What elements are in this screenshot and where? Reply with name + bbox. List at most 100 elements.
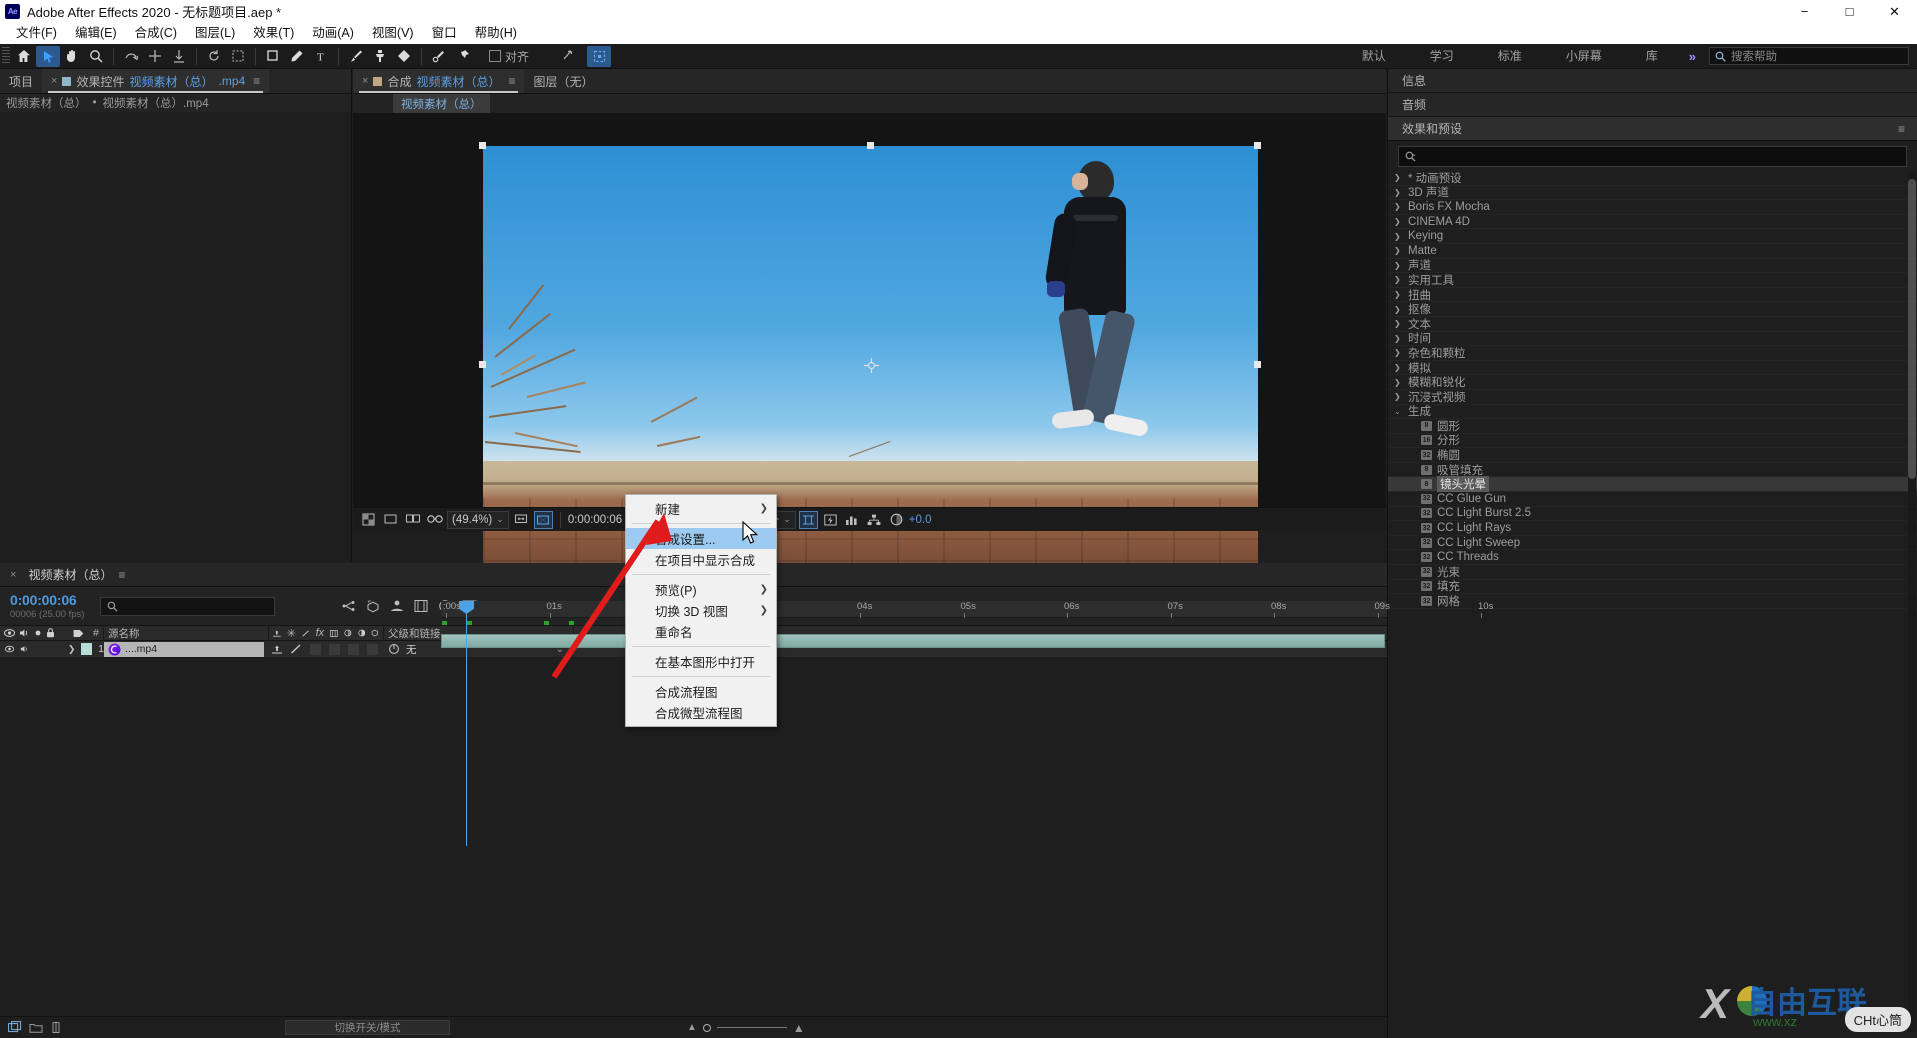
effect-item-row[interactable]: 32 CC Light Rays [1388,521,1917,536]
camera-orbit-icon[interactable] [143,46,167,67]
row-label-color[interactable] [81,643,93,655]
timeline-graph-icon[interactable] [843,511,862,529]
timeline-panel-menu-icon[interactable]: ≡ [118,568,125,582]
effects-group-row[interactable]: ❯ 模拟 [1388,361,1917,376]
column-source-name[interactable]: 源名称 [104,625,269,641]
panel-menu-icon[interactable]: ≡ [253,74,260,88]
effect-item-row[interactable]: 8 吸管填充 [1388,463,1917,478]
exposure-value[interactable]: +0.0 [909,514,932,526]
row-source-name[interactable]: ....mp4 [104,641,264,657]
effect-item-row[interactable]: 32 光束 [1388,565,1917,580]
chevron-right-icon[interactable]: ❯ [1394,319,1403,328]
effects-group-row[interactable]: ❯ 杂色和颗粒 [1388,346,1917,361]
chevron-right-icon[interactable]: ❯ [1394,173,1403,182]
tab-effect-controls[interactable]: × 效果控件 视频素材（总） .mp4 ≡ [42,69,270,93]
tab-layer[interactable]: 图层（无） [524,69,603,93]
snapping-icon[interactable] [555,46,579,67]
pan-behind-tool-icon[interactable] [167,46,191,67]
chevron-right-icon[interactable]: ❯ [1394,217,1403,226]
menu-window[interactable]: 窗口 [423,23,466,44]
tab-info[interactable]: 信息 [1388,69,1917,93]
home-icon[interactable] [12,46,36,67]
new-folder-icon[interactable] [29,1021,43,1034]
comp-flowchart-icon[interactable] [865,511,884,529]
effects-group-row[interactable]: ❯ Boris FX Mocha [1388,200,1917,215]
chevron-right-icon[interactable]: ❯ [1394,378,1403,387]
menu-composition[interactable]: 合成(C) [126,23,186,44]
close-icon-comp[interactable]: × [362,75,368,87]
toggle-transparency-grid-icon[interactable] [359,511,378,529]
keyframe-marker[interactable] [467,621,472,625]
context-menu-item[interactable]: 重命名 [626,621,776,642]
rotate-ccw-icon[interactable] [202,46,226,67]
brush-tool-icon[interactable] [344,46,368,67]
puppet-pin-icon[interactable] [451,46,475,67]
toggle-guides-icon[interactable] [798,510,818,529]
eraser-tool-icon[interactable] [392,46,416,67]
shape-tool-icon[interactable] [261,46,285,67]
effect-item-row[interactable]: 16 分形 [1388,434,1917,449]
row-frameblend-toggle[interactable] [329,643,340,655]
tab-effects-and-presets[interactable]: 效果和预设 ≡ [1388,117,1917,141]
effects-group-row[interactable]: ❯ 时间 [1388,332,1917,347]
zoom-out-icon[interactable]: ▲ [687,1022,697,1033]
fast-previews-icon[interactable] [821,511,840,529]
rotation-tool-icon[interactable] [119,46,143,67]
menu-help[interactable]: 帮助(H) [466,23,526,44]
keyframe-marker[interactable] [569,621,574,625]
zoom-level-selector[interactable]: (49.4%) ⌄ [447,510,509,529]
toggle-switches-modes-button[interactable]: 切换开关/模式 [285,1020,450,1035]
row-audio-icon[interactable] [20,644,29,654]
composition-chip[interactable]: 视频素材（总） [393,93,490,114]
timeline-playhead[interactable] [459,601,474,846]
workspace-learn[interactable]: 学习 [1408,44,1476,69]
timeline-zoom-slider[interactable]: ▲ ▲ [687,1021,805,1035]
3d-glasses-icon[interactable] [425,511,444,529]
menu-animation[interactable]: 动画(A) [303,23,363,44]
hand-tool-icon[interactable] [60,46,84,67]
chevron-right-icon[interactable]: ❯ [1394,363,1403,372]
effect-item-row[interactable]: 32 填充 [1388,580,1917,595]
align-icon[interactable] [489,50,501,62]
effects-group-row[interactable]: ❯ Matte [1388,244,1917,259]
context-menu-item[interactable]: 在基本图形中打开 [626,651,776,672]
selection-handle-tl[interactable] [479,142,486,149]
exposure-reset-icon[interactable] [887,511,906,529]
chevron-right-icon[interactable]: ❯ [1394,261,1403,270]
workspace-small-screen[interactable]: 小屏幕 [1544,44,1624,69]
snapping-enabled-icon[interactable] [587,45,612,67]
menu-edit[interactable]: 编辑(E) [66,23,126,44]
effect-item-row[interactable]: 32 网格 [1388,594,1917,609]
workspace-overflow-icon[interactable]: » [1680,49,1705,64]
context-menu-item[interactable]: 合成微型流程图 [626,702,776,723]
keyframe-marker[interactable] [544,621,549,625]
zoom-in-icon[interactable]: ▲ [793,1021,805,1035]
menu-effect[interactable]: 效果(T) [244,23,303,44]
row-expand-icon[interactable]: ❯ [68,644,76,655]
effect-item-row[interactable]: 32 CC Light Burst 2.5 [1388,507,1917,522]
row-shy-icon[interactable] [272,645,282,654]
chevron-right-icon[interactable]: ❯ [1394,202,1403,211]
delete-icon[interactable] [50,1021,62,1034]
comp-panel-menu-icon[interactable]: ≡ [508,74,515,88]
region-of-interest-icon[interactable] [533,510,553,529]
workspace-standard[interactable]: 标准 [1476,44,1544,69]
toggle-mask-icon[interactable] [381,511,400,529]
workspace-default[interactable]: 默认 [1340,44,1408,69]
clone-stamp-icon[interactable] [368,46,392,67]
roto-brush-icon[interactable] [427,46,451,67]
fit-to-view-icon[interactable] [512,511,531,529]
minimize-button[interactable]: − [1782,0,1827,23]
chevron-right-icon[interactable]: ❯ [1394,232,1403,241]
chevron-right-icon[interactable]: ❯ [1394,290,1403,299]
row-motionblur-toggle[interactable] [348,643,359,655]
effect-item-row[interactable]: 32 CC Light Sweep [1388,536,1917,551]
effects-group-row[interactable]: ❯ 抠像 [1388,302,1917,317]
effects-group-row[interactable]: ❯ 文本 [1388,317,1917,332]
chevron-right-icon[interactable]: ❯ [1394,305,1403,314]
composition-viewer[interactable]: (49.4%) ⌄ 0:00:00:06 ⌄ +0.0 [353,113,1386,587]
row-adjustment-toggle[interactable] [367,643,378,655]
effect-item-row[interactable]: 32 CC Threads [1388,550,1917,566]
menu-view[interactable]: 视图(V) [363,23,423,44]
menu-layer[interactable]: 图层(L) [186,23,244,44]
